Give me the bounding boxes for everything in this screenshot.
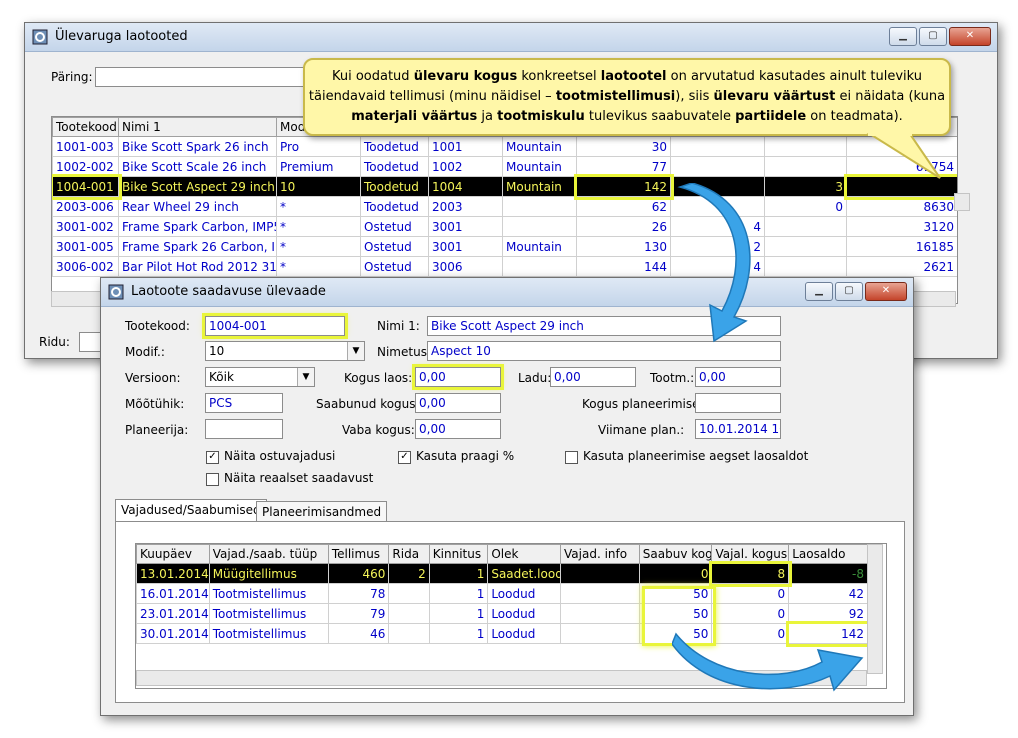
table-row[interactable]: 1001-003 Bike Scott Spark 26 inch Pro Toode…: [52, 136, 957, 157]
arrow-right-icon: [672, 632, 864, 692]
saabunud-label: Saabunud kogus:: [316, 397, 420, 411]
tootm-field[interactable]: 0,00: [695, 367, 781, 387]
rows-label: Ridu:: [39, 335, 70, 349]
table-row[interactable]: 16.01.2014 Tootmistellimus 78 1 Loodud 50 0 42: [136, 583, 868, 604]
explanation-callout: Kui oodatud ülevaru kogus konkreetsel la…: [303, 58, 951, 136]
table-row[interactable]: 3001-005Frame Spark 26 Carbon, IMP3*Oste…: [52, 236, 957, 257]
products-table: Tootekood Nimi 1 Mod 1001-003 Bike Scott …: [52, 117, 957, 277]
versioon-label: Versioon:: [125, 371, 181, 385]
main-window-titlebar[interactable]: Ülevaruga laotooted ▁ ▢ ✕: [25, 23, 997, 52]
availability-window-titlebar[interactable]: Laotoote saadavuse ülevaade ▁ ▢ ✕: [101, 278, 913, 307]
col-header-row[interactable]: Rida: [388, 544, 430, 564]
ostuvajadusi-label: Näita ostuvajadusi: [224, 449, 336, 463]
reaalset-checkbox[interactable]: [206, 473, 219, 486]
mootuhik-field[interactable]: PCS: [205, 393, 283, 413]
kogus-laos-label: Kogus laos:: [344, 371, 413, 385]
arrow-down-icon: [677, 183, 751, 343]
kogus-plan-label: Kogus planeerimisel:: [582, 397, 707, 411]
col-header-date[interactable]: Kuupäev: [136, 544, 210, 564]
tootm-label: Tootm.:: [650, 371, 695, 385]
grid-vertical-scrollbar[interactable]: [954, 193, 970, 211]
col-header-balance[interactable]: Laosaldo: [788, 544, 868, 564]
minimize-button[interactable]: ▁: [805, 282, 833, 301]
minimize-button[interactable]: ▁: [889, 27, 917, 46]
window-title: Laotoote saadavuse ülevaade: [131, 284, 326, 299]
aegset-label: Kasuta planeerimise aegset laosaldot: [583, 449, 809, 463]
modif-select[interactable]: 10 ▼: [205, 341, 365, 361]
callout-pointer: [866, 128, 941, 179]
mootuhik-label: Mõõtühik:: [125, 397, 185, 411]
tab-planeerimisandmed[interactable]: Planeerimisandmed: [256, 501, 388, 522]
col-header-incoming[interactable]: Saabuv kogu: [638, 544, 713, 564]
app-icon: [108, 284, 124, 300]
products-grid: Tootekood Nimi 1 Mod 1001-003 Bike Scott …: [51, 116, 958, 304]
query-label: Päring:: [51, 70, 93, 84]
chevron-down-icon[interactable]: ▼: [297, 368, 314, 386]
col-header-state[interactable]: Olek: [487, 544, 562, 564]
table-row[interactable]: 3006-002Bar Pilot Hot Rod 2012 31.8m*Ost…: [52, 256, 957, 277]
col-header-info[interactable]: Vajad. info: [560, 544, 640, 564]
maximize-button[interactable]: ▢: [919, 27, 947, 46]
table-row[interactable]: 1002-002 Bike Scott Scale 26 inch Premium T…: [52, 156, 957, 177]
minimize-icon: ▁: [899, 30, 907, 41]
col-header-code[interactable]: Tootekood: [52, 117, 119, 137]
kogus-laos-field[interactable]: 0,00: [412, 364, 504, 390]
kogus-plan-field[interactable]: [695, 393, 781, 413]
tootekood-field[interactable]: 1004-001: [202, 313, 348, 339]
nimi1-label: Nimi 1:: [377, 319, 420, 333]
modif-label: Modif.:: [125, 345, 165, 359]
maximize-icon: ▢: [844, 285, 854, 296]
tootekood-label: Tootekood:: [125, 319, 190, 333]
table-row[interactable]: 2003-006 Rear Wheel 29 inch * Toodetud 2003 6…: [52, 196, 957, 217]
praagi-label: Kasuta praagi %: [416, 449, 515, 463]
planeerija-field[interactable]: [205, 419, 283, 439]
saabunud-field[interactable]: 0,00: [415, 393, 501, 413]
nimetus-label: Nimetus:: [377, 345, 431, 359]
close-icon: ✕: [965, 30, 975, 41]
ladu-field[interactable]: 0,00: [550, 367, 636, 387]
col-header-order[interactable]: Tellimus: [327, 544, 390, 564]
vaba-label: Vaba kogus:: [342, 423, 415, 437]
col-header-needed[interactable]: Vajal. kogus: [711, 544, 790, 564]
aegset-checkbox[interactable]: [565, 451, 578, 464]
viimane-field[interactable]: 10.01.2014 10:00:49: [695, 419, 781, 439]
planeerija-label: Planeerija:: [125, 423, 189, 437]
vaba-field[interactable]: 0,00: [415, 419, 501, 439]
table-row-selected[interactable]: 13.01.2014Müügitellimus46021Saadet.loodu…: [136, 560, 868, 587]
table-row[interactable]: 23.01.2014 Tootmistellimus 79 1 Loodud 50 0 92: [136, 603, 868, 624]
close-icon: ✕: [881, 285, 891, 296]
maximize-icon: ▢: [928, 30, 938, 41]
table-header: Kuupäev Vajad./saab. tüüp Tellimus Rida …: [136, 544, 868, 564]
ladu-label: Ladu:: [518, 371, 552, 385]
versioon-select[interactable]: Kõik ▼: [205, 367, 315, 387]
table-row-selected[interactable]: 1004-001 Bike Scott Aspect 29 inch 10 Toode…: [52, 173, 957, 200]
nimetus-field[interactable]: Aspect 10: [427, 341, 781, 361]
praagi-checkbox[interactable]: ✓: [398, 451, 411, 464]
col-header-type[interactable]: Vajad./saab. tüüp: [208, 544, 329, 564]
app-icon: [32, 29, 48, 45]
window-title: Ülevaruga laotooted: [55, 29, 188, 44]
reaalset-label: Näita reaalset saadavust: [224, 471, 374, 485]
table-row[interactable]: 3001-002Frame Spark Carbon, IMP5 te*Oste…: [52, 216, 957, 237]
close-button[interactable]: ✕: [949, 27, 991, 46]
tab-vajadused[interactable]: Vajadused/Saabumised: [115, 499, 267, 522]
chevron-down-icon[interactable]: ▼: [347, 342, 364, 360]
col-header-name[interactable]: Nimi 1: [118, 117, 277, 137]
tab-strip: Vajadused/Saabumised Planeerimisandmed: [115, 499, 905, 523]
ostuvajadusi-checkbox[interactable]: ✓: [206, 451, 219, 464]
minimize-icon: ▁: [815, 285, 823, 296]
query-input[interactable]: [95, 67, 335, 87]
col-header-conf[interactable]: Kinnitus: [428, 544, 489, 564]
viimane-label: Viimane plan.:: [598, 423, 685, 437]
close-button[interactable]: ✕: [865, 282, 907, 301]
maximize-button[interactable]: ▢: [835, 282, 863, 301]
